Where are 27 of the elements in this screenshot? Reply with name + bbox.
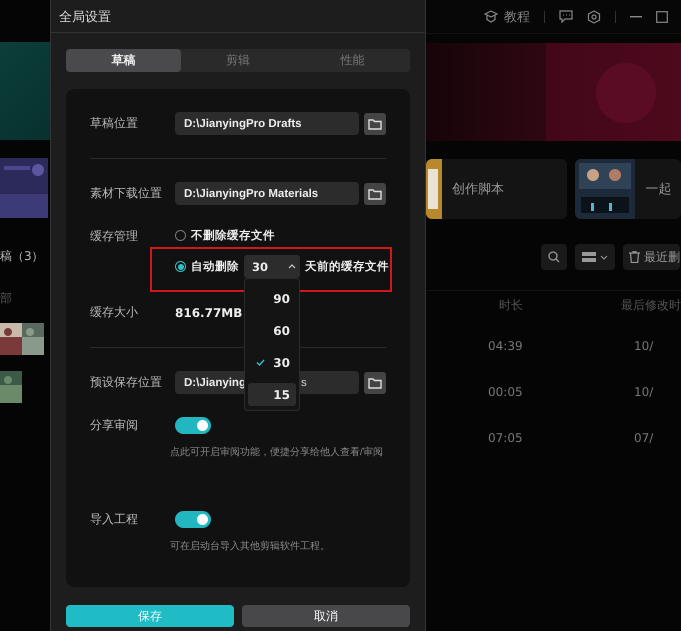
option-label: 天前的缓存文件 xyxy=(305,259,389,274)
column-header: 时长 xyxy=(499,297,524,314)
option-label: 自动删除 xyxy=(191,259,239,274)
setting-description: 点此可开启审阅功能，便捷分享给他人查看/审阅 xyxy=(170,446,384,460)
setting-label: 预设保存位置 xyxy=(90,374,163,391)
duration: 00:05 xyxy=(488,385,524,399)
card-title: 一起 xyxy=(645,181,672,198)
setting-label: 导入工程 xyxy=(90,511,139,528)
modified-date: 10/ xyxy=(634,339,654,353)
section-title: 稿（3） xyxy=(0,248,45,265)
setting-label: 素材下载位置 xyxy=(90,185,163,202)
cache-size-value: 816.77MB xyxy=(175,306,242,320)
column-header: 最后修改时 xyxy=(621,297,681,314)
setting-label: 缓存大小 xyxy=(90,304,139,321)
setting-label: 分享审阅 xyxy=(90,417,139,434)
tutorial-label: 教程 xyxy=(504,8,530,26)
duration: 04:39 xyxy=(488,339,524,353)
modified-date: 10/ xyxy=(634,385,654,399)
card-title: 创作脚本 xyxy=(452,181,504,198)
column-header: 部 xyxy=(0,290,13,307)
dialog-title: 全局设置 xyxy=(51,0,425,33)
duration: 07:05 xyxy=(488,431,524,445)
modified-date: 07/ xyxy=(634,431,654,445)
setting-description: 可在启动台导入其他剪辑软件工程。 xyxy=(170,540,331,554)
option-label: 不删除缓存文件 xyxy=(191,228,275,243)
setting-label: 缓存管理 xyxy=(90,228,139,245)
setting-label: 草稿位置 xyxy=(90,115,139,132)
